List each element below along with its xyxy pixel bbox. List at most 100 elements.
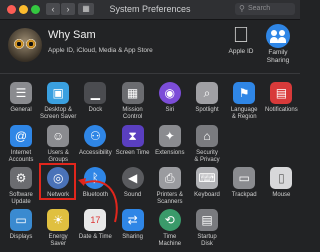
pane-label: Internet Accounts (1, 150, 41, 164)
mouse-icon: ▯ (270, 167, 293, 189)
pane-general[interactable]: ☰ General (1, 82, 41, 114)
pane-label-line2: Machine (158, 241, 182, 247)
pane-label: Mouse (261, 192, 301, 199)
pane-label-line1: Startup (197, 234, 217, 240)
user-name: Why Sam (48, 29, 96, 41)
search-icon: ⚲ (239, 4, 245, 13)
pane-label: Dock (75, 107, 115, 114)
family-sharing-pane[interactable]: Family Sharing (258, 20, 298, 65)
pane-label-line1: Bluetooth (82, 192, 109, 198)
header-separator (0, 73, 300, 74)
pane-sharing[interactable]: ⇄ Sharing (113, 209, 153, 241)
pane-label: Displays (1, 234, 41, 241)
pane-label: Accessibility (75, 150, 115, 157)
pane-gear[interactable]: ⚙ Software Update (1, 167, 41, 206)
pane-label: Time Machine (150, 234, 190, 248)
at-icon: @ (10, 125, 32, 147)
account-header: Why Sam Apple ID, iCloud, Media & App St… (0, 20, 300, 72)
puzzle-icon: ✦ (158, 125, 181, 147)
spotlight-icon: ⌕ (196, 82, 218, 104)
desktop-icon: ▣ (47, 82, 70, 104)
general-icon: ☰ (10, 82, 32, 104)
calendar-icon: 17 (84, 209, 107, 231)
pane-mouse[interactable]: ▯ Mouse (261, 167, 301, 199)
pane-users[interactable]: ☺ Users & Groups (38, 125, 78, 164)
pane-puzzle[interactable]: ✦ Extensions (150, 125, 190, 157)
pane-accessibility[interactable]: ⚇ Accessibility (75, 125, 115, 157)
pane-label: Sharing (113, 234, 153, 241)
title-bar: ‹ › ▦ System Preferences ⚲ Search (0, 0, 300, 20)
search-placeholder: Search (248, 5, 271, 12)
pane-label-line1: Displays (9, 234, 33, 240)
pane-label-line1: Accessibility (79, 150, 112, 156)
pane-label-line1: Software (9, 192, 33, 198)
pane-dock[interactable]: ▁ Dock (75, 82, 115, 114)
pane-siri[interactable]: ◉ Siri (150, 82, 190, 114)
pane-label-line2: Screen Saver (40, 114, 77, 120)
pane-hourglass[interactable]: ⧗ Screen Time (113, 125, 153, 157)
pane-speaker[interactable]: ◀ Sound (113, 167, 153, 199)
bulb-icon: ☀ (47, 209, 70, 231)
pane-label: Notifications (261, 107, 301, 114)
pane-label-line1: Siri (165, 107, 175, 113)
owl-right-eye (26, 39, 36, 49)
pane-label-line1: Desktop & (44, 107, 73, 113)
apple-logo-icon:  (230, 24, 252, 46)
pane-label-line1: Sharing (122, 234, 143, 240)
search-field[interactable]: ⚲ Search (235, 3, 295, 15)
pane-label: Mission Control (113, 107, 153, 121)
pane-label-line1: Mission (122, 107, 143, 113)
pane-spotlight[interactable]: ⌕ Spotlight (187, 82, 227, 114)
pane-at[interactable]: @ Internet Accounts (1, 125, 41, 164)
apple-id-pane[interactable]:  Apple ID (221, 20, 261, 56)
pane-disk[interactable]: ▤ Startup Disk (187, 209, 227, 248)
pane-calendar[interactable]: 17 Date & Time (75, 209, 115, 241)
pane-time-machine[interactable]: ⟲ Time Machine (150, 209, 190, 248)
pane-label: Software Update (1, 192, 41, 206)
notifications-icon: ▤ (270, 82, 293, 104)
pane-display[interactable]: ▭ Displays (1, 209, 41, 241)
owl-left-eye (14, 39, 24, 49)
pane-label-line1: Notifications (265, 107, 298, 113)
pane-label-line2: Disk (201, 241, 213, 247)
pane-bulb[interactable]: ☀ Energy Saver (38, 209, 78, 248)
gear-icon: ⚙ (10, 167, 32, 189)
pane-label: Language & Region (224, 107, 264, 121)
dock-icon: ▁ (84, 82, 107, 104)
pane-label-line1: Date & Time (78, 234, 112, 240)
pane-house[interactable]: ⌂ Security & Privacy (187, 125, 227, 164)
pane-mission-control[interactable]: ▦ Mission Control (113, 82, 153, 121)
pane-label: General (1, 107, 41, 114)
trackpad-icon: ▭ (233, 167, 256, 189)
printer-icon: ⎙ (158, 167, 181, 189)
pane-label: Startup Disk (187, 234, 227, 248)
pane-label: Spotlight (187, 107, 227, 114)
bluetooth-icon: ᛒ (84, 167, 107, 189)
family-sharing-icon (266, 24, 290, 48)
user-avatar[interactable] (8, 28, 42, 62)
pane-label-line1: Keyboard (194, 192, 220, 198)
sharing-icon: ⇄ (121, 209, 144, 231)
pane-language[interactable]: ⚑ Language & Region (224, 82, 264, 121)
time-machine-icon: ⟲ (158, 209, 181, 231)
pane-label-line2: & Privacy (194, 157, 220, 163)
display-icon: ▭ (10, 209, 32, 231)
pane-bluetooth[interactable]: ᛒ Bluetooth (75, 167, 115, 199)
pane-label-line2: Accounts (8, 157, 34, 163)
pane-label: Energy Saver (38, 234, 78, 248)
pane-label-line1: Energy (48, 234, 68, 240)
house-icon: ⌂ (196, 125, 218, 147)
pane-trackpad[interactable]: ▭ Trackpad (224, 167, 264, 199)
pane-label: Users & Groups (38, 150, 78, 164)
pane-label-line1: Printers & (156, 192, 183, 198)
pane-printer[interactable]: ⎙ Printers & Scanners (150, 167, 190, 206)
pane-keyboard[interactable]: ⌨ Keyboard (187, 167, 227, 199)
accessibility-icon: ⚇ (84, 125, 107, 147)
pane-label-line1: Extensions (155, 150, 185, 156)
keyboard-icon: ⌨ (196, 167, 218, 189)
pane-desktop[interactable]: ▣ Desktop & Screen Saver (38, 82, 78, 121)
pane-label-line2: Scanners (157, 199, 183, 205)
pane-label: Trackpad (224, 192, 264, 199)
pane-notifications[interactable]: ▤ Notifications (261, 82, 301, 114)
pane-label-line1: Screen Time (115, 150, 150, 156)
